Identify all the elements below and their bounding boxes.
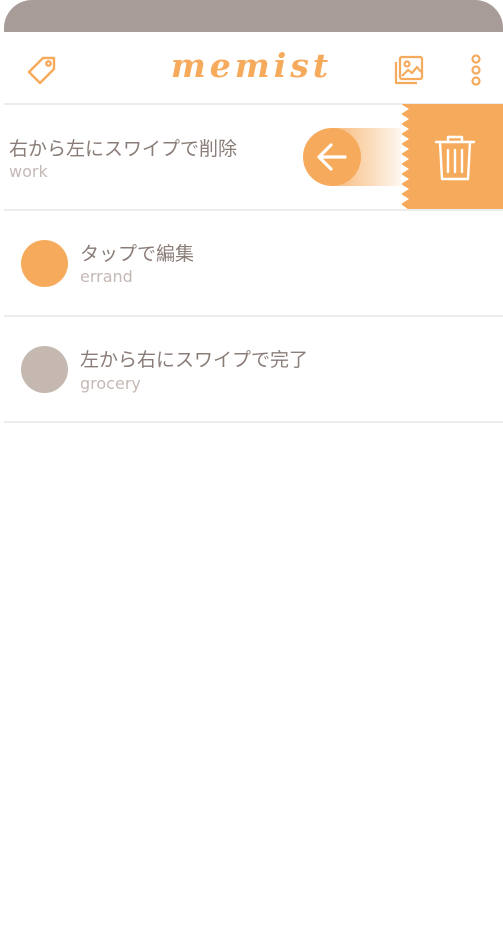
more-vertical-icon[interactable] bbox=[462, 50, 490, 90]
status-bar bbox=[4, 0, 503, 32]
divider bbox=[4, 421, 503, 423]
memo-category: grocery bbox=[80, 374, 141, 393]
list-item[interactable]: タップで編集 errand bbox=[0, 211, 503, 315]
memo-category: work bbox=[9, 162, 48, 181]
memo-title: 右から左にスワイプで削除 bbox=[9, 138, 238, 160]
memo-title: 左から右にスワイプで完了 bbox=[80, 349, 309, 371]
app-bar: memist bbox=[0, 32, 503, 104]
memo-title: タップで編集 bbox=[80, 243, 195, 265]
category-color-dot bbox=[21, 346, 68, 393]
list-item[interactable]: 左から右にスワイプで完了 grocery bbox=[0, 317, 503, 421]
delete-swipe-action[interactable] bbox=[401, 104, 503, 210]
memo-category: errand bbox=[80, 267, 133, 286]
trash-icon[interactable] bbox=[434, 134, 476, 182]
arrow-left-icon bbox=[303, 128, 361, 186]
category-color-dot bbox=[21, 240, 68, 287]
image-gallery-icon[interactable] bbox=[390, 51, 428, 89]
